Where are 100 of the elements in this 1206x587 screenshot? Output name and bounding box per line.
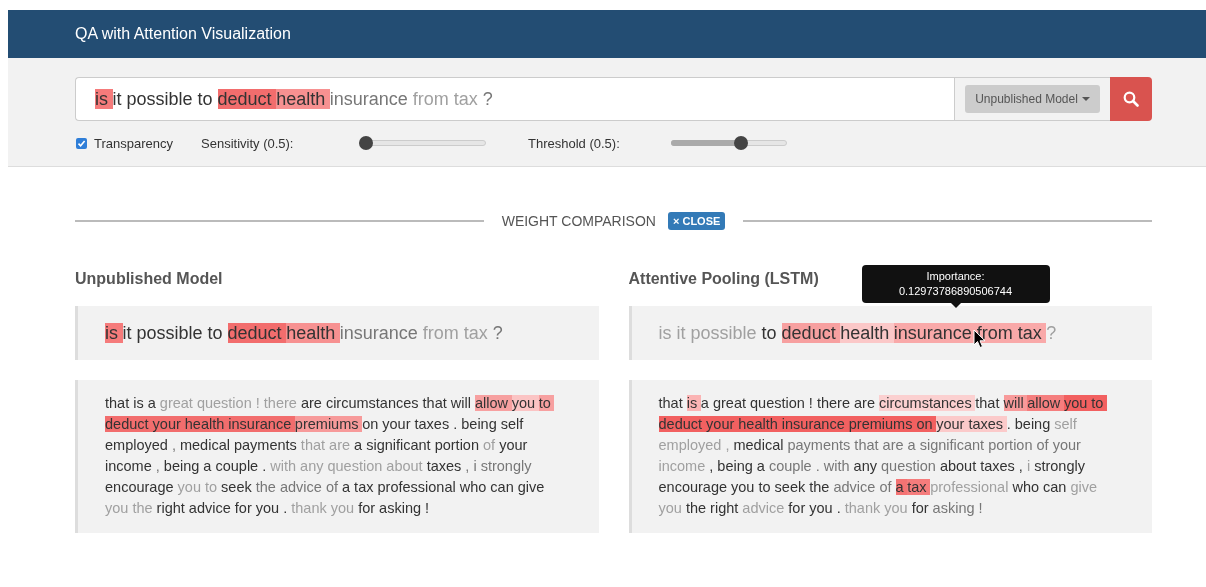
answer-words: for <box>911 500 929 516</box>
answer-words: being a couple . <box>163 458 267 474</box>
search-field[interactable]: is it possible to deduct health insurance from tax ? <box>75 77 954 121</box>
highlighted-words: allow <box>474 395 512 411</box>
answer-words: medical <box>733 437 784 453</box>
slider-label: Sensitivity (0.5): <box>201 135 295 151</box>
answer-words: professional <box>930 479 1009 495</box>
answer-words: . being <box>1006 416 1051 432</box>
answer-words: taxes <box>426 458 462 474</box>
threshold-slider[interactable] <box>671 136 787 150</box>
answer-words: the advice of <box>255 479 338 495</box>
question-words: from tax <box>422 322 488 343</box>
search-button[interactable] <box>1110 77 1152 121</box>
question-words: is it possible <box>658 322 757 343</box>
answer-words: any <box>853 458 877 474</box>
answer-words: for you . <box>788 500 841 516</box>
query-words: it possible to <box>112 88 213 109</box>
answer-words: a great question ! there are <box>700 395 875 411</box>
answer-words: a significant portion <box>354 437 479 453</box>
highlighted-words: is <box>105 322 123 343</box>
answer-words: that is a <box>105 395 156 411</box>
highlighted-words: health <box>286 322 340 343</box>
highlighted-words: health <box>840 322 894 343</box>
question-words: ? <box>1046 322 1057 343</box>
answer-words: that <box>975 395 1000 411</box>
answer-words: give <box>1070 479 1098 495</box>
question-words: it possible to <box>122 322 223 343</box>
answer-words: , <box>171 437 176 453</box>
answer-words: payments that are a significant portion of your <box>787 437 1081 453</box>
caret-icon <box>1081 97 1090 101</box>
app-title: QA with Attention Visualization <box>75 25 291 43</box>
query-words: from tax <box>412 88 478 109</box>
slider-thumb[interactable] <box>359 136 373 150</box>
answer-words: , i strongly <box>465 458 532 474</box>
query-words: insurance <box>329 88 408 109</box>
question-words: ? <box>492 322 503 343</box>
close-button[interactable]: × CLOSE <box>667 212 726 230</box>
answer-words: thank you <box>844 500 908 516</box>
highlighted-words: is <box>95 88 113 109</box>
slider-thumb[interactable] <box>733 136 748 150</box>
highlighted-words: your taxes <box>936 416 1007 432</box>
highlighted-words: insurance from tax <box>893 322 1047 343</box>
highlighted-words: premiums <box>294 416 363 432</box>
model-title: Attentive Pooling (LSTM) <box>628 269 819 289</box>
answer-words: right advice for you . <box>156 500 288 516</box>
answer-words: you <box>658 500 682 516</box>
answer-words: advice <box>742 500 785 516</box>
answer-words: you the <box>105 500 153 516</box>
slider-label: Threshold (0.5): <box>528 135 621 151</box>
highlighted-words: deduct <box>781 322 841 343</box>
answer-words: , being a <box>709 458 765 474</box>
answer-words: couple . with <box>768 458 850 474</box>
model-title: Unpublished Model <box>75 269 223 289</box>
highlighted-words: circumstances <box>879 395 976 411</box>
answer-words: asking ! <box>932 500 983 516</box>
tooltip-value: 0.12973786890506744 <box>897 284 1014 299</box>
answer-words: on your taxes . being self <box>362 416 524 432</box>
question-words: insurance <box>339 322 418 343</box>
answer-words: who can <box>1012 479 1067 495</box>
model-dropdown[interactable]: Unpublished Model <box>965 85 1100 113</box>
answer-words: of <box>483 437 496 453</box>
highlighted-words: you to <box>1063 395 1108 411</box>
answer-words: , <box>155 458 160 474</box>
answer-words: employed , <box>658 437 730 453</box>
checkbox-label: Transparency <box>94 135 173 151</box>
highlighted-words: deduct your health insurance premiums on <box>658 416 937 432</box>
answer-words: that are <box>300 437 351 453</box>
query-words: ? <box>482 88 493 109</box>
answer-words: income <box>105 458 152 474</box>
highlighted-words: will <box>1003 395 1028 411</box>
highlighted-words: you <box>511 395 539 411</box>
tooltip-title: Importance: <box>925 269 986 284</box>
highlighted-words: deduct your health insurance <box>105 416 295 432</box>
answer-words: great question ! there <box>159 395 297 411</box>
answer-words: i <box>1026 458 1031 474</box>
section-title: WEIGHT COMPARISON <box>501 213 656 229</box>
answer-words: the right <box>685 500 739 516</box>
sensitivity-slider[interactable] <box>359 136 486 150</box>
answer-words: that <box>658 395 683 411</box>
answer-words: your <box>499 437 528 453</box>
answer-words: a tax professional who can give <box>342 479 545 495</box>
answer-words: strongly <box>1034 458 1085 474</box>
answer-words: thank you <box>291 500 355 516</box>
answer-words: advice of <box>833 479 892 495</box>
transparency-checkbox[interactable] <box>76 137 87 149</box>
answer-words: you to <box>177 479 218 495</box>
answer-words: income <box>658 458 706 474</box>
answer-words: employed <box>105 437 168 453</box>
answer-words: self <box>1054 416 1077 432</box>
answer-words: about taxes , <box>939 458 1023 474</box>
answer-words: encourage you to seek the <box>658 479 830 495</box>
answer-words: seek <box>221 479 252 495</box>
answer-words: with any question about <box>270 458 423 474</box>
answer-words: are circumstances that will <box>300 395 471 411</box>
highlighted-words: deduct <box>227 322 287 343</box>
highlighted-words: health <box>276 88 330 109</box>
highlighted-words: is <box>686 395 701 411</box>
answer-words: medical payments <box>179 437 297 453</box>
highlighted-words: allow <box>1027 395 1064 411</box>
question-words: to <box>761 322 777 343</box>
